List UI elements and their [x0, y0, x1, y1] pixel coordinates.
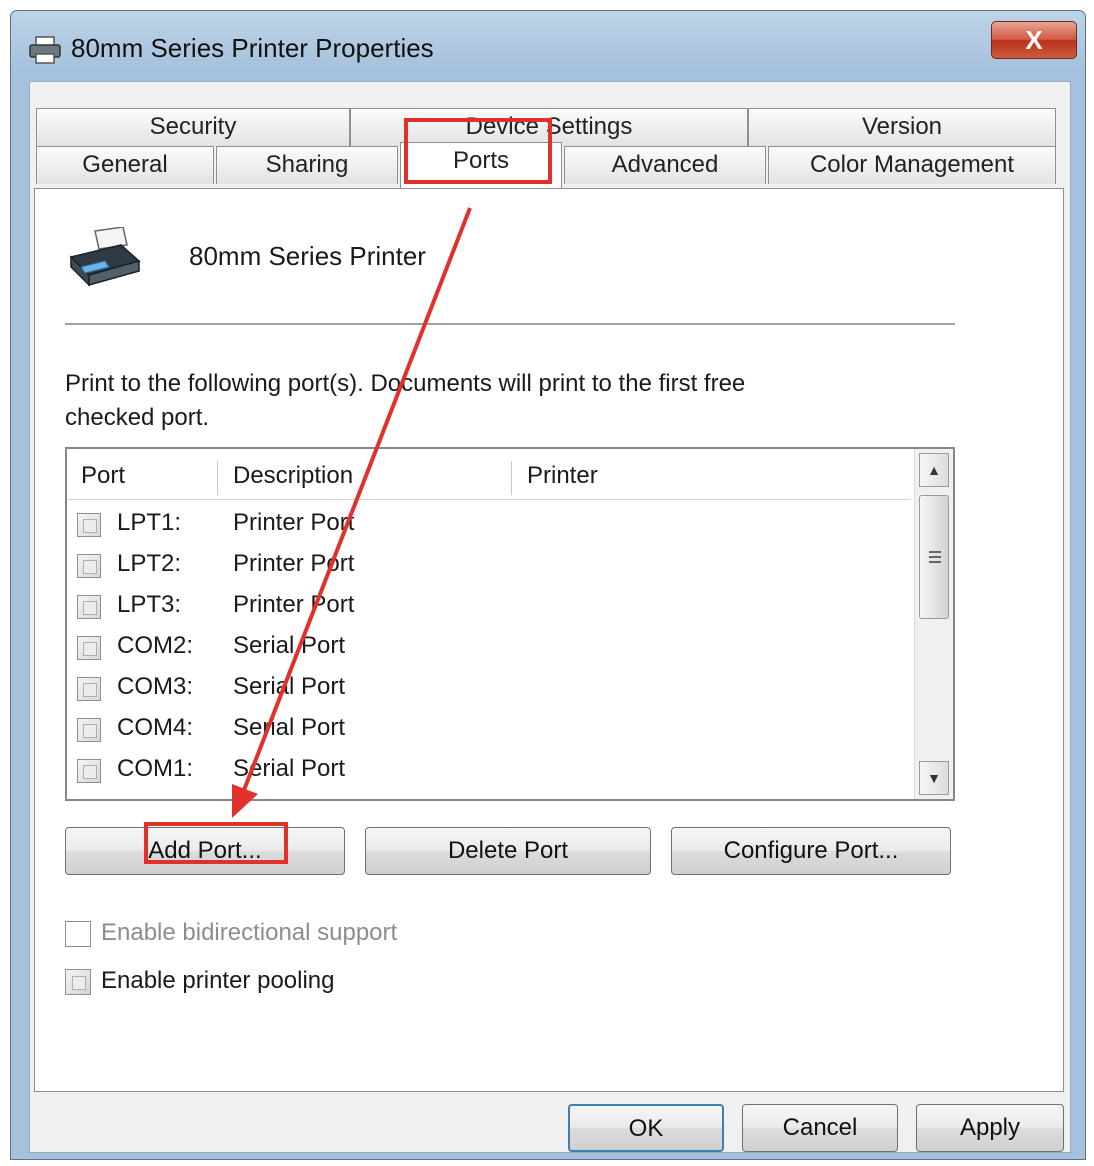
printer-name: 80mm Series Printer [189, 241, 426, 271]
port-name: COM4: [117, 714, 194, 741]
scroll-down-button[interactable]: ▼ [919, 761, 949, 795]
ports-panel: 80mm Series Printer Print to the followi… [34, 188, 1064, 1092]
list-header: Port Description Printer [67, 449, 911, 500]
port-checkbox[interactable] [77, 554, 101, 578]
tab-security[interactable]: Security [36, 108, 350, 146]
port-description: Serial Port [233, 755, 346, 782]
cancel-button[interactable]: Cancel [742, 1104, 898, 1152]
port-description: Printer Port [233, 591, 355, 618]
list-item[interactable]: COM4: Serial Port [67, 710, 911, 751]
port-checkbox[interactable] [77, 718, 101, 742]
port-name: LPT2: [117, 550, 182, 577]
vertical-scrollbar[interactable]: ▲ ▼ [914, 449, 953, 799]
printer-pooling-checkbox[interactable] [65, 969, 91, 995]
port-description: Serial Port [233, 714, 346, 741]
port-description: Printer Port [233, 509, 355, 536]
tab-general[interactable]: General [36, 146, 214, 184]
description-line-1: Print to the following port(s). Document… [65, 370, 746, 397]
apply-button[interactable]: Apply [916, 1104, 1064, 1152]
column-divider[interactable] [217, 461, 218, 495]
printer-icon [29, 36, 61, 64]
configure-port-button[interactable]: Configure Port... [671, 827, 951, 875]
port-name: LPT3: [117, 591, 182, 618]
scroll-thumb[interactable] [919, 495, 949, 619]
port-name: COM2: [117, 632, 194, 659]
list-item[interactable]: LPT1: Printer Port [67, 505, 911, 546]
bidirectional-checkbox[interactable] [65, 921, 91, 947]
list-item[interactable]: LPT3: Printer Port [67, 587, 911, 628]
tab-color-management[interactable]: Color Management [768, 146, 1056, 184]
column-header-printer[interactable]: Printer [513, 449, 909, 499]
port-name: LPT1: [117, 509, 182, 536]
separator [65, 323, 955, 325]
column-divider[interactable] [511, 461, 512, 495]
dialog-client: Security Device Settings Version General… [29, 81, 1071, 1153]
port-name: COM1: [117, 755, 194, 782]
port-description: Printer Port [233, 550, 355, 577]
printer-pooling-label: Enable printer pooling [101, 967, 335, 994]
close-icon: X [1025, 25, 1043, 55]
column-header-port[interactable]: Port [67, 449, 217, 499]
tab-version[interactable]: Version [748, 108, 1056, 146]
column-header-description[interactable]: Description [219, 449, 511, 499]
tab-ports[interactable]: Ports [400, 142, 562, 188]
list-item[interactable]: COM1: Serial Port [67, 751, 911, 792]
ports-description: Print to the following port(s). Document… [65, 367, 865, 435]
list-item[interactable]: COM2: Serial Port [67, 628, 911, 669]
grip-line [929, 561, 941, 563]
printer-icon [69, 227, 141, 287]
close-button[interactable]: X [991, 21, 1077, 59]
port-description: Serial Port [233, 673, 346, 700]
bidirectional-label: Enable bidirectional support [101, 919, 398, 946]
port-name: COM3: [117, 673, 194, 700]
grip-line [929, 551, 941, 553]
port-checkbox[interactable] [77, 595, 101, 619]
list-item[interactable]: LPT2: Printer Port [67, 546, 911, 587]
window-title: 80mm Series Printer Properties [71, 33, 434, 63]
delete-port-button[interactable]: Delete Port [365, 827, 651, 875]
port-description: Serial Port [233, 632, 346, 659]
port-checkbox[interactable] [77, 759, 101, 783]
add-port-button[interactable]: Add Port... [65, 827, 345, 875]
tab-sharing[interactable]: Sharing [216, 146, 398, 184]
description-line-2: checked port. [65, 404, 210, 431]
ok-button[interactable]: OK [568, 1104, 724, 1152]
chevron-up-icon: ▲ [927, 462, 941, 478]
port-checkbox[interactable] [77, 677, 101, 701]
tab-device-settings[interactable]: Device Settings [350, 108, 748, 146]
port-checkbox[interactable] [77, 636, 101, 660]
scroll-up-button[interactable]: ▲ [919, 453, 949, 487]
list-item[interactable]: COM3: Serial Port [67, 669, 911, 710]
title-bar[interactable]: 80mm Series Printer Properties X [11, 11, 1085, 81]
chevron-down-icon: ▼ [927, 770, 941, 786]
grip-line [929, 556, 941, 558]
port-checkbox[interactable] [77, 513, 101, 537]
properties-window: 80mm Series Printer Properties X Securit… [10, 10, 1086, 1160]
tab-advanced[interactable]: Advanced [564, 146, 766, 184]
ports-list[interactable]: Port Description Printer LPT1: Printer P… [65, 447, 955, 801]
